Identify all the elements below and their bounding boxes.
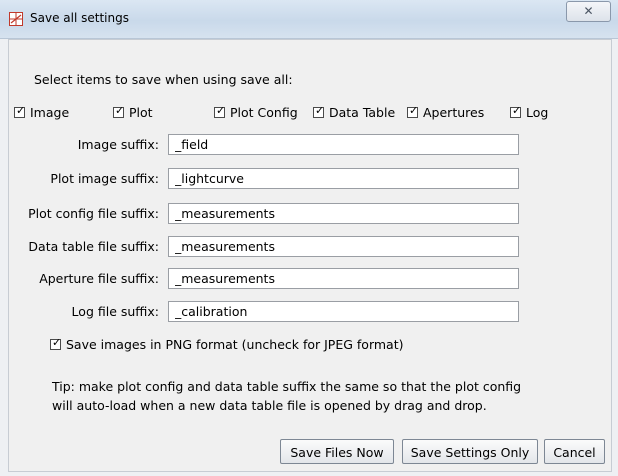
checkbox-box: ✓	[14, 104, 26, 118]
plot-config-checkbox[interactable]: ✓ Plot Config	[214, 104, 298, 120]
checkmark-icon: ✓	[16, 104, 26, 117]
checkmark-icon: ✓	[216, 104, 226, 117]
log-suffix-input[interactable]	[168, 301, 519, 322]
save-files-now-button[interactable]: Save Files Now	[280, 439, 394, 464]
checkmark-icon: ✓	[409, 104, 419, 117]
image-suffix-input[interactable]	[168, 134, 519, 155]
image-suffix-label: Image suffix:	[77, 137, 159, 152]
apertures-checkbox[interactable]: ✓ Apertures	[407, 104, 485, 120]
png-format-checkbox[interactable]: ✓ Save images in PNG format (uncheck for…	[50, 336, 404, 352]
plot-image-suffix-input[interactable]	[168, 168, 519, 189]
save-settings-only-button[interactable]: Save Settings Only	[402, 439, 538, 464]
data-table-suffix-input[interactable]	[168, 236, 519, 257]
tip-line: will auto-load when a new data table fil…	[52, 398, 487, 413]
checkbox-label: Log	[526, 105, 549, 120]
checkmark-icon: ✓	[115, 104, 125, 117]
log-checkbox[interactable]: ✓ Log	[510, 104, 549, 120]
checkbox-label: Save images in PNG format (uncheck for J…	[66, 337, 404, 352]
title-bar: Save all settings ✕	[0, 0, 618, 39]
checkbox-label: Data Table	[329, 105, 396, 120]
checkmark-icon: ✓	[315, 104, 325, 117]
aperture-suffix-input[interactable]	[168, 268, 519, 289]
checkmark-icon: ✓	[512, 104, 522, 117]
checkbox-box: ✓	[407, 104, 419, 118]
checkbox-box: ✓	[50, 336, 62, 350]
dialog-body: Select items to save when using save all…	[8, 39, 612, 472]
checkbox-label: Plot	[129, 105, 153, 120]
checkbox-box: ✓	[113, 104, 125, 118]
data-table-checkbox[interactable]: ✓ Data Table	[313, 104, 396, 120]
checkbox-box: ✓	[214, 104, 226, 118]
window-title: Save all settings	[30, 11, 129, 25]
log-suffix-label: Log file suffix:	[71, 304, 159, 319]
plot-config-suffix-input[interactable]	[168, 203, 519, 224]
data-table-suffix-label: Data table file suffix:	[28, 239, 159, 254]
checkmark-icon: ✓	[52, 336, 62, 349]
tip-text: Tip: make plot config and data table suf…	[52, 377, 592, 415]
close-button[interactable]: ✕	[566, 1, 611, 22]
checkbox-box: ✓	[313, 104, 325, 118]
tip-line: Tip: make plot config and data table suf…	[52, 379, 522, 394]
items-heading: Select items to save when using save all…	[34, 72, 293, 87]
checkbox-label: Plot Config	[230, 105, 298, 120]
checkbox-label: Image	[30, 105, 70, 120]
plot-checkbox[interactable]: ✓ Plot	[113, 104, 153, 120]
aperture-suffix-label: Aperture file suffix:	[39, 271, 159, 286]
cancel-button[interactable]: Cancel	[544, 439, 605, 464]
plot-image-suffix-label: Plot image suffix:	[50, 171, 159, 186]
image-checkbox[interactable]: ✓ Image	[14, 104, 70, 120]
plot-config-suffix-label: Plot config file suffix:	[28, 206, 159, 221]
grid-plot-icon	[9, 12, 23, 26]
checkbox-label: Apertures	[423, 105, 485, 120]
checkbox-box: ✓	[510, 104, 522, 118]
close-icon: ✕	[583, 4, 594, 18]
